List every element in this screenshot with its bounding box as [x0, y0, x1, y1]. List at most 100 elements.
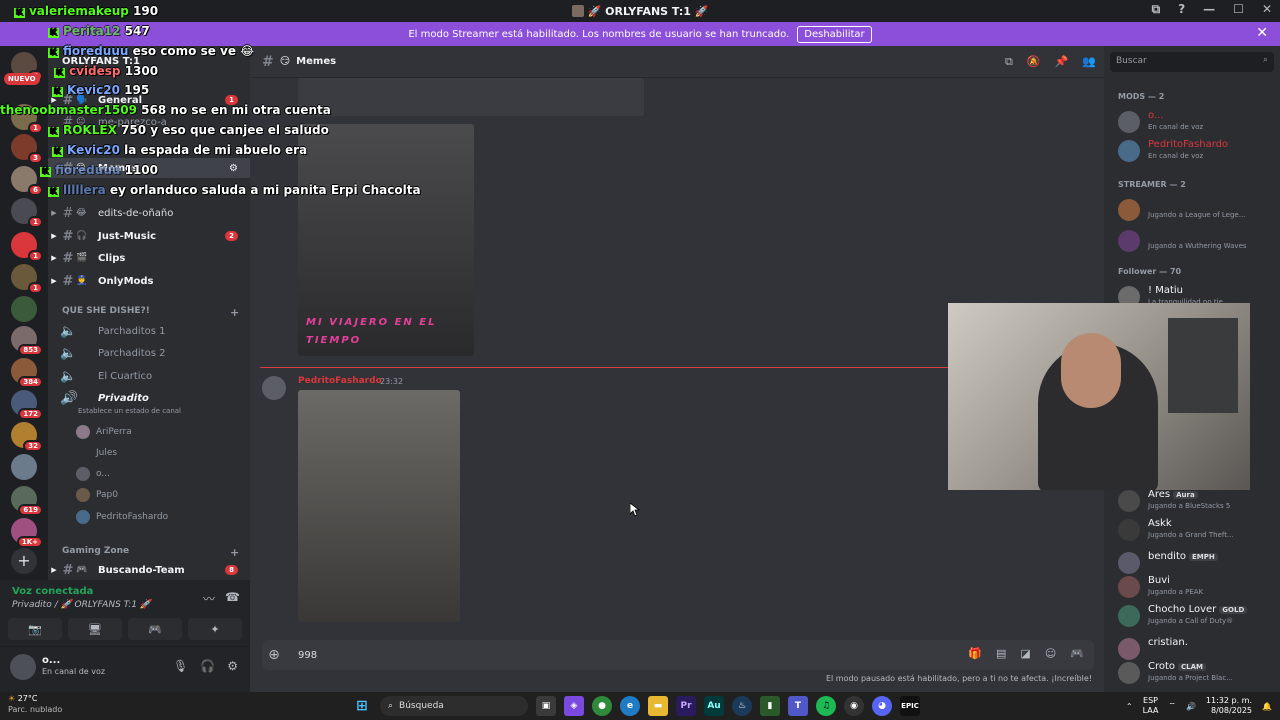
voice-channel-el-cuartico[interactable]: 🔈 El Cuartico [48, 366, 250, 386]
camera-button[interactable]: 📷 [8, 618, 62, 640]
channel-onlymods[interactable]: ▶ # 👮 OnlyMods [48, 271, 250, 291]
obs-icon[interactable]: ◉ [844, 696, 864, 716]
gift-icon[interactable]: 🎁 [968, 647, 982, 660]
chevron-up-icon[interactable]: ⌃ [1126, 702, 1133, 711]
disable-streamer-button[interactable]: Deshabilitar [797, 25, 872, 43]
server-icon-8[interactable] [11, 296, 37, 322]
help-icon[interactable]: ? [1178, 2, 1185, 17]
server-icon-10[interactable]: 384 [11, 358, 43, 388]
add-attachment-icon[interactable]: ⊕ [262, 647, 286, 663]
category-gaming-zone[interactable]: Gaming Zone + [62, 546, 250, 559]
member-item[interactable]: Croto CLAM Jugando a Project Blac... [1118, 660, 1278, 688]
message-input[interactable] [298, 649, 898, 661]
message-author[interactable]: PedritoFashardo [298, 376, 382, 386]
emoji-icon[interactable]: ☺ [1045, 647, 1056, 660]
weather-widget[interactable]: ☀ 27°C Parc. nublado [8, 693, 62, 715]
server-icon-11[interactable]: 172 [11, 390, 43, 420]
wifi-icon[interactable]: ⌔ [1168, 701, 1176, 711]
apps-icon[interactable]: 🎮 [1070, 647, 1084, 660]
volume-icon[interactable]: 🔊 [1186, 702, 1196, 711]
server-icon-12[interactable]: 32 [11, 422, 43, 452]
app-icon[interactable]: ▮ [760, 696, 780, 716]
server-icon-9[interactable]: 853 [11, 326, 43, 356]
channel-status-text[interactable]: Establece un estado de canal [78, 407, 181, 415]
youtube-server-icon[interactable]: 1 [11, 232, 43, 262]
voice-channel-parchaditos-2[interactable]: 🔈 Parchaditos 2 [48, 343, 250, 363]
notifications-icon[interactable]: 🔕 [1027, 55, 1041, 69]
channel-me-parezco-a[interactable]: # 😐 me-parezco-a [48, 112, 250, 132]
close-window-button[interactable]: ✕ [1262, 2, 1272, 17]
notification-bell-icon[interactable]: 🔔 [1262, 702, 1272, 711]
voice-user[interactable]: AriPerra [76, 422, 132, 442]
channel-memes[interactable]: # 😏 Memes ⚙ [48, 158, 250, 178]
channel-buscando-team[interactable]: ▶ # 🎮 Buscando-Team 8 [48, 560, 250, 580]
headphones-icon[interactable]: 🎧 [200, 659, 215, 673]
steam-icon[interactable]: ♨ [732, 696, 752, 716]
members-icon[interactable]: 👥 [1082, 55, 1096, 69]
image-attachment[interactable] [298, 390, 460, 622]
server-icon-2[interactable]: 1 [11, 104, 43, 134]
gif-icon[interactable]: ▤ [996, 647, 1006, 660]
server-icon-15[interactable]: 1K+ [11, 518, 43, 548]
voice-user[interactable]: PedritoFashardo [76, 507, 168, 527]
channel-just-music[interactable]: ▶ # 🎧 Just-Music 2 [48, 226, 250, 246]
server-icon-13[interactable] [11, 454, 37, 480]
member-item[interactable]: Buvi Jugando a PEAK [1118, 574, 1278, 602]
voice-connected-status[interactable]: Voz conectada [12, 586, 93, 597]
minimize-button[interactable]: — [1203, 2, 1215, 17]
premiere-icon[interactable]: Pr [676, 696, 696, 716]
voice-channel-privadito[interactable]: 🔊 Privadito [48, 388, 250, 408]
add-channel-icon[interactable]: + [230, 546, 239, 559]
avatar[interactable] [262, 376, 286, 400]
threads-icon[interactable]: ⧉ [1005, 55, 1013, 69]
member-item[interactable]: Ares Aura Jugando a BlueStacks 5 [1118, 488, 1278, 516]
channel-edits-de-onano[interactable]: ▶ # 😂 edits-de-oñaño [48, 203, 250, 223]
add-server-icon[interactable]: + [11, 548, 37, 574]
pin-icon[interactable]: 📌 [1055, 55, 1069, 69]
member-item[interactable]: Chocho Lover GOLD Jugando a Call of Duty® [1118, 603, 1278, 631]
image-attachment[interactable] [298, 78, 644, 116]
avatar[interactable] [10, 654, 36, 680]
activity-button[interactable]: 🎮 [128, 618, 182, 640]
epic-games-icon[interactable]: EPIC [900, 696, 920, 716]
search-input[interactable]: Buscar ⌕ [1110, 52, 1274, 72]
add-channel-icon[interactable]: + [230, 306, 239, 319]
soundboard-button[interactable]: ✦ [188, 618, 242, 640]
clock[interactable]: 11:32 p. m. 8/08/2025 [1206, 696, 1252, 716]
teams-icon[interactable]: T [788, 696, 808, 716]
user-name[interactable]: o... [42, 655, 60, 666]
member-item[interactable]: Askk Jugando a Grand Theft... [1118, 517, 1278, 545]
server-icon-3[interactable]: 3 [11, 134, 43, 164]
gear-icon[interactable]: ⚙ [229, 163, 238, 174]
image-attachment[interactable]: MI VIAJERO EN EL TIEMPO [298, 124, 474, 356]
close-icon[interactable]: ✕ [1256, 25, 1268, 41]
voice-user[interactable]: Pap0 [76, 485, 118, 505]
windows-start-icon[interactable]: ⊞ [352, 696, 372, 716]
screen-share-button[interactable]: 🖥 [68, 618, 122, 640]
file-explorer-icon[interactable]: ▬ [648, 696, 668, 716]
maximize-button[interactable]: ☐ [1233, 2, 1244, 17]
voice-user[interactable]: Jules [76, 443, 117, 463]
disconnect-icon[interactable]: ☎ [225, 590, 240, 607]
chrome-icon[interactable]: ● [592, 696, 612, 716]
taskbar-search[interactable]: ⌕ Búsqueda [380, 696, 528, 716]
task-view-icon[interactable]: ▣ [536, 696, 556, 716]
member-item[interactable]: Jugando a League of Lege... [1118, 197, 1278, 225]
server-name[interactable]: ORLYFANS T:1 [48, 46, 250, 76]
noise-suppression-icon[interactable]: 〰 [203, 590, 215, 607]
sticker-icon[interactable]: ◪ [1020, 647, 1030, 660]
spotify-icon[interactable]: ♫ [816, 696, 836, 716]
server-icon-7[interactable]: 1 [11, 264, 43, 294]
microphone-icon[interactable]: 🎙 [173, 659, 188, 673]
server-icon-4[interactable]: 6 [11, 166, 43, 196]
audition-icon[interactable]: Au [704, 696, 724, 716]
member-item[interactable]: o... En canal de voz [1118, 109, 1278, 137]
voice-channel-parchaditos-1[interactable]: 🔈 Parchaditos 1 [48, 321, 250, 341]
voice-user[interactable]: o... [76, 464, 110, 484]
member-item[interactable]: PedritoFashardo En canal de voz [1118, 138, 1278, 166]
channel-clips[interactable]: ▶ # 🎬 Clips [48, 248, 250, 268]
category-que-she-dishe[interactable]: QUE SHE DISHE?! + [62, 306, 250, 319]
discord-icon[interactable]: ◕ [872, 696, 892, 716]
server-icon-14[interactable]: 619 [11, 486, 43, 516]
gear-icon[interactable]: ⚙ [227, 659, 238, 673]
